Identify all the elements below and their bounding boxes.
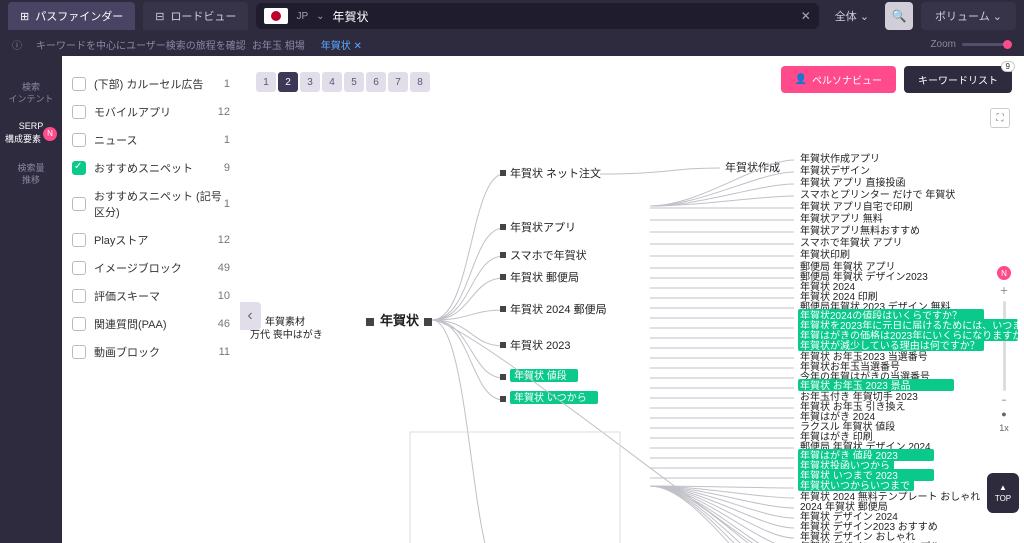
filter-label: 評価スキーマ <box>94 288 160 304</box>
search-button[interactable]: 🔍 <box>885 2 913 30</box>
graph-node-hl[interactable]: 年賀状 値段 <box>514 369 567 382</box>
checkbox[interactable] <box>72 289 86 303</box>
filter-row[interactable]: Playストア 12 <box>72 226 230 254</box>
filter-row[interactable]: 関連質問(PAA) 46 <box>72 310 230 338</box>
checkbox[interactable] <box>72 317 86 331</box>
filter-label: モバイルアプリ <box>94 104 171 120</box>
graph-node[interactable]: スマホで年賀状 <box>510 248 587 262</box>
tab-loadview[interactable]: ⊟ロードビュー <box>143 2 248 30</box>
checkbox[interactable] <box>72 197 86 211</box>
checkbox[interactable] <box>72 233 86 247</box>
filter-count: 11 <box>219 346 230 358</box>
chevron-down-icon[interactable]: ⌄ <box>316 11 324 22</box>
graph-node-hl[interactable]: 年賀状 お年玉 2023 景品 <box>800 379 911 392</box>
graph-node-hl[interactable]: 年賀状いつからいつまで <box>800 479 910 492</box>
breadcrumb-1[interactable]: お年玉 相場 <box>252 37 305 52</box>
hint-text: キーワードを中心にユーザー検索の旅程を確認 <box>36 37 246 52</box>
tab-volume-trend[interactable]: 検索量 推移 <box>0 155 62 194</box>
graph-node[interactable]: 年賀状 アプリ 直接投函 <box>800 176 906 189</box>
zoom-slider[interactable] <box>962 43 1012 46</box>
filter-label: 関連質問(PAA) <box>94 316 167 332</box>
graph-canvas[interactable]: ‹ 12345678 👤ペルソナビュー キーワードリスト9 ⛶ N ＋− ● 1… <box>240 56 1024 543</box>
filter-row[interactable]: (下部) カルーセル広告 1 <box>72 70 230 98</box>
tab-serp[interactable]: SERP 構成要素N <box>0 113 62 155</box>
keyword-input[interactable]: 年賀状 <box>333 8 793 25</box>
search-bar[interactable]: JP ⌄ 年賀状 ✕ <box>256 3 818 29</box>
graph-node[interactable]: 年賀状 郵便局 <box>510 270 579 284</box>
flag-jp-icon <box>264 8 288 24</box>
filter-row[interactable]: 動画ブロック 11 <box>72 338 230 366</box>
graph-node[interactable]: 年賀状 2023 <box>510 338 571 352</box>
clear-icon[interactable]: ✕ <box>801 9 811 23</box>
filter-count: 1 <box>224 198 230 210</box>
graph-node[interactable]: 年賀状アプリ無料おすすめ <box>800 224 920 237</box>
checkbox[interactable] <box>72 133 86 147</box>
side-tabs: 検索 インテント SERP 構成要素N 検索量 推移 <box>0 56 62 543</box>
search-icon: 🔍 <box>892 9 907 23</box>
filter-label: おすすめスニペット (記号区分) <box>94 188 224 220</box>
filter-panel: (下部) カルーセル広告1モバイルアプリ12ニュース1おすすめスニペット9おすす… <box>62 56 240 543</box>
checkbox[interactable] <box>72 161 86 175</box>
graph-node[interactable]: 年賀状 ネット注文 <box>510 166 601 180</box>
graph-node[interactable]: スマホで年賀状 アプリ <box>800 236 902 249</box>
graph-node-hl[interactable]: 年賀状が減少している理由は何ですか？ <box>800 339 980 352</box>
checkbox[interactable] <box>72 77 86 91</box>
tab-pathfinder[interactable]: ⊞パスファインダー <box>8 2 135 30</box>
graph-node[interactable]: 年賀状アプリ <box>510 220 576 234</box>
filter-row[interactable]: ニュース 1 <box>72 126 230 154</box>
scope-dropdown[interactable]: 全体 ⌄ <box>827 4 877 28</box>
graph-node[interactable]: 年賀状 アプリ自宅で印刷 <box>800 200 913 213</box>
filter-label: Playストア <box>94 232 148 248</box>
filter-label: ニュース <box>94 132 137 148</box>
filter-count: 12 <box>218 234 230 246</box>
grid-icon: ⊟ <box>155 10 164 23</box>
checkbox[interactable] <box>72 345 86 359</box>
graph-node[interactable]: スマホとプリンター だけで 年賀状 <box>800 188 955 201</box>
checkbox[interactable] <box>72 105 86 119</box>
country-code: JP <box>296 11 308 22</box>
filter-row[interactable]: おすすめスニペット 9 <box>72 154 230 182</box>
path-icon: ⊞ <box>20 10 29 23</box>
breadcrumb-2[interactable]: 年賀状 ✕ <box>321 37 362 52</box>
graph-node[interactable]: 年賀状印刷 <box>800 248 850 261</box>
graph-node[interactable]: 年賀状 2024 郵便局 <box>510 302 607 316</box>
filter-count: 1 <box>224 134 230 146</box>
graph-node-hl[interactable]: 年賀状 いつから <box>514 391 587 404</box>
filter-count: 46 <box>218 318 230 330</box>
filter-count: 9 <box>224 162 230 174</box>
filter-label: 動画ブロック <box>94 344 160 360</box>
filter-label: (下部) カルーセル広告 <box>94 76 203 92</box>
filter-row[interactable]: 評価スキーマ 10 <box>72 282 230 310</box>
filter-count: 49 <box>218 262 230 274</box>
filter-label: おすすめスニペット <box>94 160 193 176</box>
filter-count: 10 <box>218 290 230 302</box>
info-icon: ⓘ <box>12 37 22 52</box>
tab-intent[interactable]: 検索 インテント <box>0 74 62 113</box>
graph-node[interactable]: 年賀状デザイン <box>800 164 870 177</box>
filter-label: イメージブロック <box>94 260 182 276</box>
graph-node[interactable]: 年賀状アプリ 無料 <box>800 212 883 225</box>
filter-row[interactable]: イメージブロック 49 <box>72 254 230 282</box>
svg-text:万代 喪中はがき: 万代 喪中はがき <box>250 328 323 341</box>
filter-row[interactable]: おすすめスニペット (記号区分)1 <box>72 182 230 226</box>
graph-node[interactable]: 年賀状作成アプリ <box>800 152 880 165</box>
volume-dropdown[interactable]: ボリューム ⌄ <box>921 2 1016 30</box>
filter-count: 1 <box>224 78 230 90</box>
filter-count: 12 <box>218 106 230 118</box>
zoom-control[interactable]: Zoom <box>930 39 1012 50</box>
svg-text:年賀素材: 年賀素材 <box>265 315 305 328</box>
checkbox[interactable] <box>72 261 86 275</box>
filter-row[interactable]: モバイルアプリ 12 <box>72 98 230 126</box>
badge-new: N <box>43 127 57 141</box>
root-node[interactable]: 年賀状 <box>380 313 420 328</box>
